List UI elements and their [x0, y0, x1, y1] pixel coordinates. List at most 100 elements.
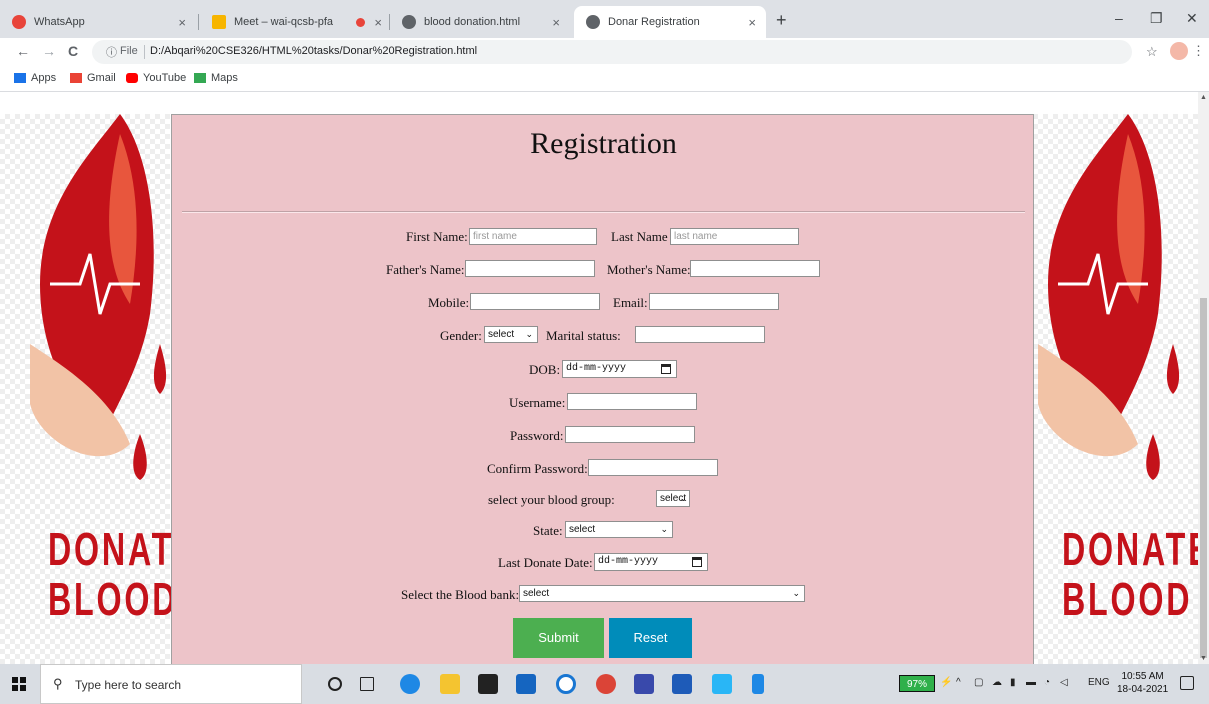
- bookmark-youtube[interactable]: YouTube: [126, 72, 186, 84]
- speaker-icon[interactable]: ◁: [1060, 677, 1068, 688]
- blood-bank-label: Select the Blood bank:: [401, 587, 520, 602]
- windows-start-icon[interactable]: [12, 677, 26, 691]
- taskbar-search-input[interactable]: ⚲ Type here to search: [40, 664, 302, 704]
- profile-avatar[interactable]: [1170, 42, 1188, 60]
- bookmark-maps[interactable]: Maps: [194, 72, 238, 84]
- search-placeholder: Type here to search: [75, 678, 182, 692]
- forward-button[interactable]: →: [42, 43, 56, 59]
- father-name-label: Father's Name:: [386, 262, 465, 277]
- app-l-icon[interactable]: [516, 674, 536, 694]
- mobile-input[interactable]: [470, 293, 600, 310]
- app-phone-icon[interactable]: [752, 674, 764, 694]
- first-name-input[interactable]: first name: [469, 228, 597, 245]
- submit-button[interactable]: Submit: [513, 618, 604, 658]
- app-blue-icon[interactable]: [634, 674, 654, 694]
- task-view-icon[interactable]: [360, 677, 374, 691]
- bookmark-label: YouTube: [143, 72, 187, 84]
- tab-recording[interactable]: ×: [344, 6, 388, 38]
- language-indicator[interactable]: ENG: [1088, 677, 1110, 688]
- password-label: Password:: [510, 428, 564, 443]
- mother-name-input[interactable]: [690, 260, 820, 277]
- store-icon[interactable]: [478, 674, 498, 694]
- page-viewport: DONATE BLOOD DONATE BLOOD Registration F…: [0, 92, 1198, 664]
- back-button[interactable]: ←: [16, 43, 30, 59]
- wifi-icon[interactable]: ◔: [1044, 677, 1050, 688]
- dob-input[interactable]: dd-mm-yyyy: [562, 360, 677, 378]
- page-title: Registration: [530, 127, 677, 160]
- tray-app-icon[interactable]: ▢: [974, 677, 983, 688]
- tab-label: blood donation.html: [424, 16, 521, 28]
- cortana-icon[interactable]: [328, 677, 342, 691]
- youtube-icon: [126, 73, 138, 83]
- blood-bank-select[interactable]: select ⌄: [519, 585, 805, 602]
- blood-group-select[interactable]: select ⌄: [656, 490, 690, 507]
- scroll-up-icon[interactable]: ▲: [1200, 94, 1207, 101]
- chevron-up-icon[interactable]: ^: [956, 677, 961, 688]
- chrome-icon[interactable]: [596, 674, 616, 694]
- word-icon[interactable]: [672, 674, 692, 694]
- scroll-down-icon[interactable]: ▼: [1200, 655, 1207, 662]
- bookmarks-bar: Apps Gmail YouTube Maps: [0, 66, 1209, 92]
- blood-group-label: select your blood group:: [488, 492, 615, 507]
- reload-button[interactable]: C: [68, 43, 78, 59]
- keyboard-icon[interactable]: ▬: [1026, 677, 1036, 688]
- calendar-icon[interactable]: [661, 364, 671, 374]
- bookmark-star-icon[interactable]: ☆: [1146, 44, 1158, 60]
- cloud-icon[interactable]: ☁: [992, 677, 1002, 688]
- microphone-icon[interactable]: ▮: [1010, 677, 1016, 688]
- last-name-input[interactable]: last name: [670, 228, 799, 245]
- edge-icon[interactable]: [400, 674, 420, 694]
- tab-donar-registration[interactable]: Donar Registration ×: [574, 6, 766, 38]
- last-donate-input[interactable]: dd-mm-yyyy: [594, 553, 708, 571]
- state-label: State:: [533, 523, 563, 538]
- close-icon[interactable]: ×: [748, 15, 756, 30]
- maximize-button[interactable]: ❐: [1150, 10, 1163, 27]
- clock-date: 18-04-2021: [1117, 684, 1169, 695]
- calendar-icon[interactable]: [692, 557, 702, 567]
- page-scrollbar[interactable]: ▲ ▼: [1198, 92, 1209, 664]
- tab-blood-donation[interactable]: blood donation.html ×: [390, 6, 570, 38]
- clock-time: 10:55 AM: [1121, 671, 1164, 682]
- bookmark-apps[interactable]: Apps: [14, 72, 56, 84]
- email-input[interactable]: [649, 293, 779, 310]
- tab-label: Meet – wai-qcsb-pfa: [234, 16, 334, 28]
- close-icon[interactable]: ×: [552, 15, 560, 30]
- clock[interactable]: 10:55 AM 18-04-2021: [1117, 670, 1168, 696]
- new-tab-button[interactable]: +: [776, 10, 787, 31]
- reset-button[interactable]: Reset: [609, 618, 692, 658]
- tab-whatsapp[interactable]: WhatsApp ×: [0, 6, 196, 38]
- menu-icon[interactable]: ⋮: [1192, 43, 1205, 59]
- battery-indicator[interactable]: 97%: [899, 675, 935, 692]
- title-divider: [182, 211, 1025, 213]
- close-window-button[interactable]: ✕: [1186, 10, 1198, 27]
- minimize-button[interactable]: –: [1115, 10, 1123, 26]
- app-screen-icon[interactable]: [712, 674, 732, 694]
- url-input[interactable]: ⓘ File D:/Abqari%20CSE326/HTML%20tasks/D…: [92, 40, 1132, 64]
- notification-icon[interactable]: [1180, 676, 1194, 690]
- url-scheme: File: [120, 45, 138, 57]
- bookmark-gmail[interactable]: Gmail: [70, 72, 116, 84]
- close-icon[interactable]: ×: [374, 15, 382, 30]
- tab-separator: [198, 14, 199, 30]
- address-bar: ← → C ⓘ File D:/Abqari%20CSE326/HTML%20t…: [0, 38, 1209, 66]
- father-name-input[interactable]: [465, 260, 595, 277]
- gmail-icon: [70, 73, 82, 83]
- cortana-ring-icon[interactable]: [556, 674, 576, 694]
- chevron-down-icon: ⌄: [525, 329, 533, 339]
- state-value: select: [569, 524, 596, 535]
- confirm-password-input[interactable]: [588, 459, 718, 476]
- state-select[interactable]: select ⌄: [565, 521, 673, 538]
- file-explorer-icon[interactable]: [440, 674, 460, 694]
- tab-meet[interactable]: Meet – wai-qcsb-pfa: [200, 6, 344, 38]
- gender-label: Gender:: [440, 328, 482, 343]
- meet-icon: [212, 15, 226, 29]
- close-icon[interactable]: ×: [178, 15, 186, 30]
- power-icon[interactable]: ⚡: [940, 677, 952, 688]
- gender-select[interactable]: select ⌄: [484, 326, 538, 343]
- password-input[interactable]: [565, 426, 695, 443]
- username-input[interactable]: [567, 393, 697, 410]
- marital-status-input[interactable]: [635, 326, 765, 343]
- dob-label: DOB:: [529, 362, 561, 377]
- scroll-thumb[interactable]: [1200, 298, 1207, 658]
- info-icon[interactable]: ⓘ: [106, 44, 117, 60]
